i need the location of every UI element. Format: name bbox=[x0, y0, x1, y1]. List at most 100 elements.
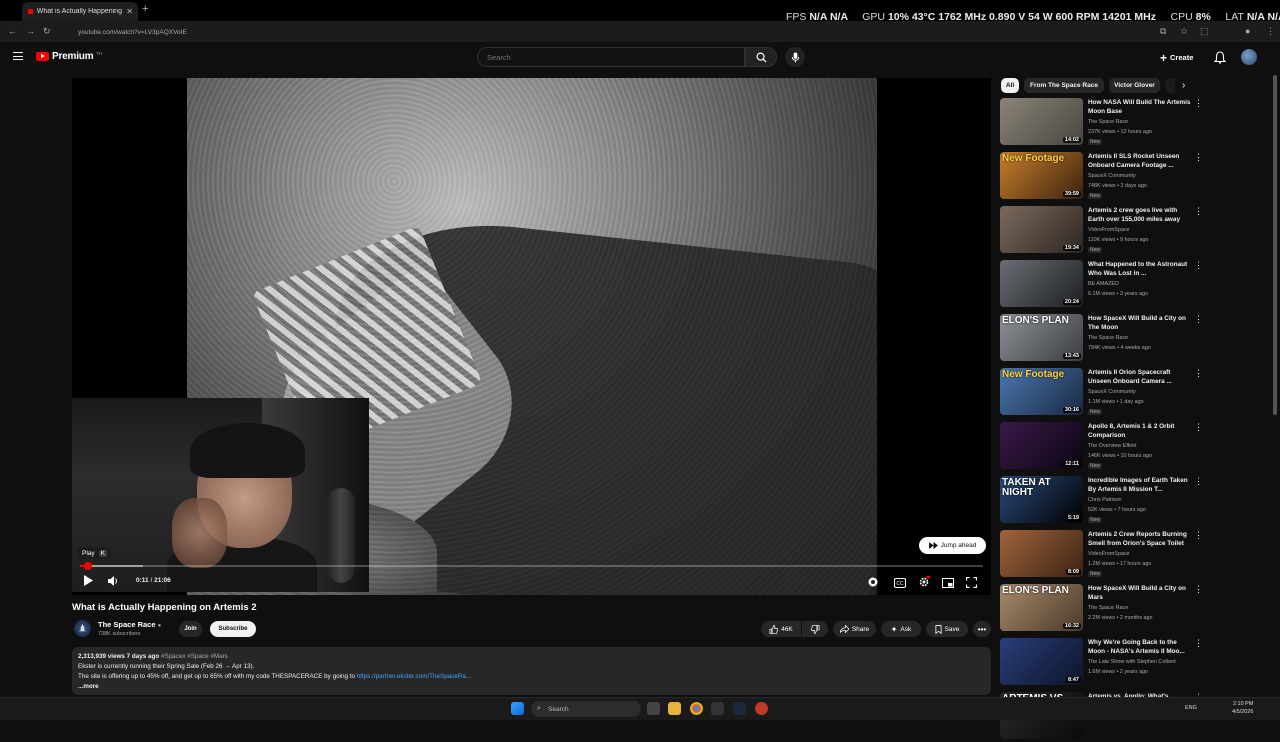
show-more-link[interactable]: ...more bbox=[78, 682, 985, 692]
recommendation-channel[interactable]: The Space Race bbox=[1088, 605, 1128, 611]
browser-menu-icon[interactable]: ⋮ bbox=[1266, 26, 1275, 37]
recommendation-title[interactable]: Apollo 8, Artemis 1 & 2 Orbit Comparison bbox=[1088, 422, 1193, 440]
taskbar-clock[interactable]: 2:10 PM 4/5/2026 bbox=[1232, 700, 1253, 716]
chrome-icon[interactable] bbox=[690, 702, 703, 715]
voice-search-button[interactable] bbox=[785, 47, 805, 67]
ask-button[interactable]: ✦ Ask bbox=[881, 621, 921, 637]
subscribe-button[interactable]: Subscribe bbox=[210, 621, 256, 637]
dislike-button[interactable] bbox=[802, 621, 828, 637]
captions-button[interactable]: CC bbox=[894, 575, 906, 588]
recommendation-thumbnail[interactable]: 8:47 bbox=[1000, 638, 1083, 685]
recommendation-channel[interactable]: VideoFromSpace bbox=[1088, 551, 1130, 557]
video-player[interactable] bbox=[72, 78, 991, 595]
reload-icon[interactable]: ↻ bbox=[43, 26, 51, 37]
recommendation-channel[interactable]: The Space Race bbox=[1088, 119, 1128, 125]
more-vertical-icon[interactable]: ⋮ bbox=[1194, 585, 1203, 594]
back-icon[interactable]: ← bbox=[8, 26, 17, 36]
file-explorer-icon[interactable] bbox=[668, 702, 681, 715]
more-vertical-icon[interactable]: ⋮ bbox=[1194, 369, 1203, 378]
address-bar[interactable]: youtube.com/watch?v=LV3pAQXVoIE bbox=[58, 25, 1158, 39]
create-button[interactable]: + Create bbox=[1160, 50, 1193, 65]
chip-all[interactable]: All bbox=[1001, 78, 1019, 93]
app-icon-red[interactable] bbox=[755, 702, 768, 715]
chip-overflow[interactable] bbox=[1165, 78, 1175, 93]
play-button[interactable] bbox=[82, 574, 96, 588]
recommendation-channel[interactable]: SpaceX Community bbox=[1088, 389, 1136, 395]
recommendation-item[interactable]: 19:34 Artemis 2 crew goes live with Earth… bbox=[1000, 206, 1205, 256]
recommendation-thumbnail[interactable]: 8:09 bbox=[1000, 530, 1083, 577]
more-vertical-icon[interactable]: ⋮ bbox=[1194, 639, 1203, 648]
recommendation-item[interactable]: 8:09 Artemis 2 Crew Reports Burning Smell… bbox=[1000, 530, 1205, 580]
recommendation-title[interactable]: Incredible Images of Earth Taken By Arte… bbox=[1088, 476, 1193, 494]
taskbar-search[interactable]: ⌕ Search bbox=[531, 701, 641, 717]
save-button[interactable]: Save bbox=[926, 621, 968, 637]
chevron-right-icon[interactable]: › bbox=[1182, 80, 1185, 91]
more-vertical-icon[interactable]: ⋮ bbox=[1194, 477, 1203, 486]
recommendation-channel[interactable]: The Overview Effekt bbox=[1088, 443, 1136, 449]
recommendation-thumbnail[interactable]: 20:24 bbox=[1000, 260, 1083, 307]
recommendation-item[interactable]: 8:47 Why We're Going Back to the Moon - N… bbox=[1000, 638, 1205, 688]
description-tags[interactable]: #Spacex #Space #Mars bbox=[161, 653, 228, 660]
install-icon[interactable]: ⧉ bbox=[1160, 26, 1166, 37]
new-tab-icon[interactable]: + bbox=[142, 3, 148, 15]
recommendation-title[interactable]: Artemis 2 crew goes live with Earth over… bbox=[1088, 206, 1193, 224]
recommendation-channel[interactable]: The Late Show with Stephen Colbert bbox=[1088, 659, 1176, 665]
profile-icon[interactable]: ● bbox=[1245, 26, 1250, 36]
recommendation-channel[interactable]: VideoFromSpace bbox=[1088, 227, 1130, 233]
recommendation-title[interactable]: How SpaceX Will Build a City on The Moon bbox=[1088, 314, 1193, 332]
tab-close-icon[interactable]: ✕ bbox=[126, 7, 133, 16]
jump-ahead-button[interactable]: Jump ahead bbox=[919, 537, 986, 554]
recommendation-channel[interactable]: SpaceX Community bbox=[1088, 173, 1136, 179]
recommendation-title[interactable]: How NASA Will Build The Artemis Moon Bas… bbox=[1088, 98, 1193, 116]
recommendation-title[interactable]: Artemis II SLS Rocket Unseen Onboard Cam… bbox=[1088, 152, 1193, 170]
youtube-premium-logo[interactable]: Premium TH bbox=[36, 51, 102, 62]
recommendation-thumbnail[interactable]: 19:34 bbox=[1000, 206, 1083, 253]
miniplayer-button[interactable] bbox=[942, 575, 954, 588]
share-button[interactable]: Share bbox=[833, 621, 876, 637]
recommendation-item[interactable]: 20:24 What Happened to the Astronaut Who … bbox=[1000, 260, 1205, 310]
settings-button[interactable] bbox=[918, 575, 930, 587]
task-view-icon[interactable] bbox=[647, 702, 660, 715]
page-scrollbar[interactable] bbox=[1273, 75, 1277, 415]
search-input[interactable] bbox=[477, 47, 745, 67]
recommendation-thumbnail[interactable]: 14:02 bbox=[1000, 98, 1083, 145]
recommendation-title[interactable]: Artemis II Orion Spacecraft Unseen Onboa… bbox=[1088, 368, 1193, 386]
more-vertical-icon[interactable]: ⋮ bbox=[1194, 423, 1203, 432]
recommendation-item[interactable]: ELON'S PLAN 13:43 How SpaceX Will Build a … bbox=[1000, 314, 1205, 364]
more-vertical-icon[interactable]: ⋮ bbox=[1194, 153, 1203, 162]
recommendation-item[interactable]: ELON'S PLAN 16:32 How SpaceX Will Build a … bbox=[1000, 584, 1205, 634]
more-vertical-icon[interactable]: ⋮ bbox=[1194, 315, 1203, 324]
app-icon[interactable] bbox=[711, 702, 724, 715]
join-button[interactable]: Join bbox=[179, 621, 202, 637]
recommendation-channel[interactable]: BE AMAZED bbox=[1088, 281, 1119, 287]
like-button[interactable]: 46K bbox=[761, 621, 801, 637]
more-vertical-icon[interactable]: ⋮ bbox=[1194, 99, 1203, 108]
recommendation-title[interactable]: How SpaceX Will Build a City on Mars bbox=[1088, 584, 1193, 602]
recommendation-thumbnail[interactable]: 12:11 bbox=[1000, 422, 1083, 469]
more-vertical-icon[interactable]: ⋮ bbox=[1194, 531, 1203, 540]
recommendation-item[interactable]: New Footage 30:16 Artemis II Orion Spacecr… bbox=[1000, 368, 1205, 418]
more-vertical-icon[interactable]: ⋮ bbox=[1194, 207, 1203, 216]
recommendation-item[interactable]: 12:11 Apollo 8, Artemis 1 & 2 Orbit Compa… bbox=[1000, 422, 1205, 472]
recommendation-channel[interactable]: The Space Race bbox=[1088, 335, 1128, 341]
search-button[interactable] bbox=[745, 47, 777, 67]
hamburger-menu-icon[interactable] bbox=[13, 52, 23, 60]
bookmark-star-icon[interactable]: ☆ bbox=[1180, 26, 1188, 37]
recommendation-title[interactable]: Why We're Going Back to the Moon - NASA'… bbox=[1088, 638, 1193, 656]
notifications-button[interactable] bbox=[1213, 51, 1227, 69]
recommendation-thumbnail[interactable]: New Footage 30:16 bbox=[1000, 368, 1083, 415]
description-box[interactable]: 2,313,939 views 7 days ago #Spacex #Spac… bbox=[72, 647, 991, 695]
recommendation-item[interactable]: TAKEN AT NIGHT 5:19 Incredible Images of E… bbox=[1000, 476, 1205, 526]
autoplay-toggle[interactable] bbox=[867, 575, 879, 587]
volume-button[interactable] bbox=[107, 574, 121, 588]
recommendation-title[interactable]: What Happened to the Astronaut Who Was L… bbox=[1088, 260, 1193, 278]
steam-icon[interactable] bbox=[733, 702, 746, 715]
more-vertical-icon[interactable]: ⋮ bbox=[1194, 261, 1203, 270]
input-language[interactable]: ENG bbox=[1185, 705, 1197, 711]
fullscreen-button[interactable] bbox=[965, 575, 978, 589]
recommendation-channel[interactable]: Chris Pattison bbox=[1088, 497, 1122, 503]
extensions-icon[interactable]: ⬚ bbox=[1200, 26, 1209, 37]
recommendation-item[interactable]: New Footage 39:59 Artemis II SLS Rocket Un… bbox=[1000, 152, 1205, 202]
recommendation-item[interactable]: 14:02 How NASA Will Build The Artemis Moo… bbox=[1000, 98, 1205, 148]
forward-icon[interactable]: → bbox=[26, 26, 35, 36]
